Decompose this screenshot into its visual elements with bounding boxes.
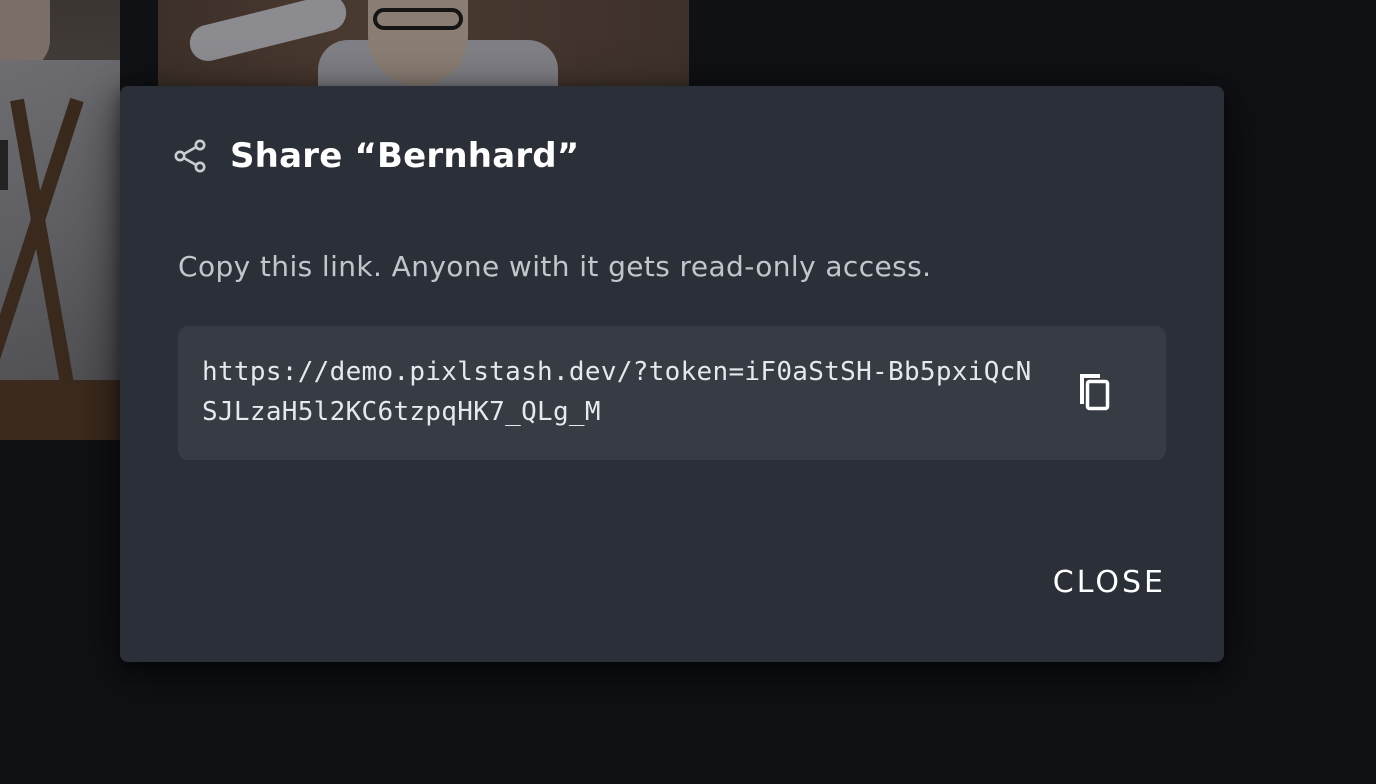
photo-thumbnail[interactable] — [158, 0, 689, 86]
copy-link-button[interactable] — [1066, 366, 1122, 422]
photo-thumbnail[interactable] — [0, 0, 120, 440]
share-link-text[interactable]: https://demo.pixlstash.dev/?token=iF0aSt… — [202, 352, 1032, 432]
dialog-description: Copy this link. Anyone with it gets read… — [178, 250, 932, 283]
share-link-box: https://demo.pixlstash.dev/?token=iF0aSt… — [178, 326, 1166, 460]
share-dialog: Share “Bernhard” Copy this link. Anyone … — [120, 86, 1224, 662]
share-icon — [172, 138, 208, 174]
dialog-header: Share “Bernhard” — [172, 134, 579, 178]
copy-icon — [1074, 370, 1114, 418]
close-button[interactable]: CLOSE — [1053, 558, 1166, 606]
dialog-title: Share “Bernhard” — [230, 136, 580, 176]
